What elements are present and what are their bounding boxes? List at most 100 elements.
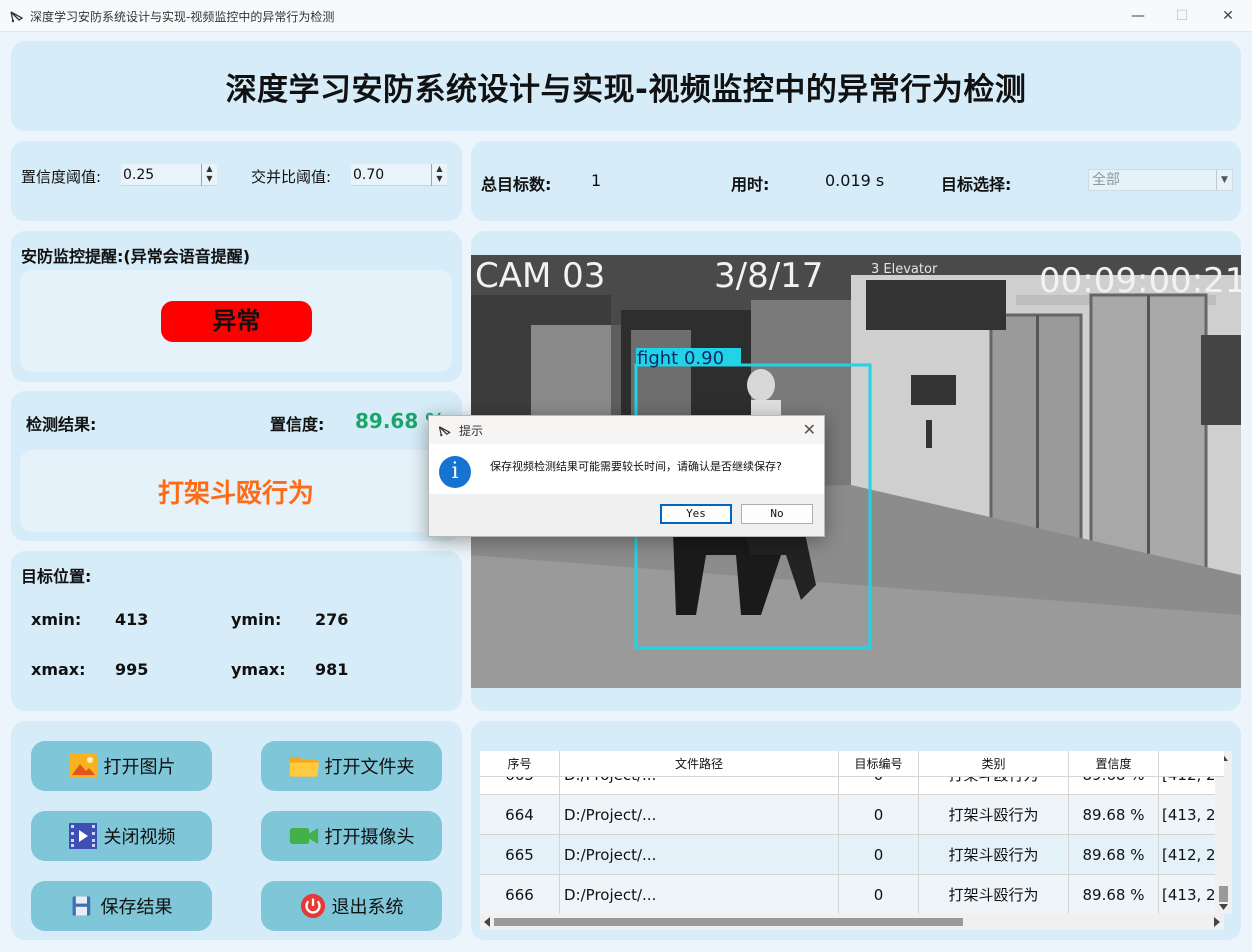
col-header-box[interactable]	[1159, 751, 1224, 776]
window-title: 深度学习安防系统设计与实现-视频监控中的异常行为检测	[30, 10, 335, 24]
image-icon	[68, 754, 97, 778]
cell-path: D:/Project/...	[560, 795, 839, 834]
col-header-index[interactable]: 序号	[480, 751, 560, 776]
save-result-label: 保存结果	[100, 897, 173, 918]
iou-threshold-value: 0.70	[353, 167, 385, 183]
cell-index: 666	[480, 875, 560, 914]
floor-sign: 3 Elevator	[871, 262, 938, 277]
close-video-button[interactable]: 关闭视频	[31, 811, 212, 861]
open-image-button[interactable]: 打开图片	[31, 741, 212, 791]
target-select-value: 全部	[1092, 172, 1120, 188]
scroll-right-icon[interactable]	[1214, 917, 1220, 927]
open-camera-label: 打开摄像头	[324, 827, 415, 848]
save-result-button[interactable]: 保存结果	[31, 881, 212, 931]
cell-class: 打架斗殴行为	[919, 875, 1069, 914]
table-row[interactable]: 666 D:/Project/... 0 打架斗殴行为 89.68 % [413…	[480, 875, 1224, 914]
horizontal-scroll-thumb[interactable]	[494, 918, 963, 926]
xmin-value: 413	[115, 610, 149, 629]
iou-threshold-spinbox[interactable]: 0.70 ▲ ▼	[351, 164, 447, 186]
threshold-panel: 置信度阈值: 0.25 ▲ ▼ 交并比阈值: 0.70 ▲ ▼	[11, 141, 462, 221]
dialog-footer: Yes No	[429, 494, 824, 536]
date-label: 3/8/17	[714, 256, 823, 296]
cell-index: 664	[480, 795, 560, 834]
conf-threshold-spinbox[interactable]: 0.25 ▲ ▼	[121, 164, 217, 186]
col-header-confidence[interactable]: 置信度	[1069, 751, 1159, 776]
ymax-value: 981	[315, 660, 349, 679]
total-targets-value: 1	[591, 171, 602, 190]
dialog-titlebar: 提示 ✕	[429, 416, 824, 444]
horizontal-scrollbar[interactable]	[480, 914, 1224, 930]
cell-confidence: 89.68 %	[1069, 835, 1159, 874]
vertical-scroll-thumb[interactable]	[1219, 886, 1228, 902]
open-folder-button[interactable]: 打开文件夹	[261, 741, 442, 791]
close-video-label: 关闭视频	[103, 827, 176, 848]
col-header-class[interactable]: 类别	[919, 751, 1069, 776]
window-titlebar: 深度学习安防系统设计与实现-视频监控中的异常行为检测 — ☐ ✕	[0, 0, 1252, 32]
cell-target-id: 0	[839, 875, 919, 914]
ymin-label: ymin:	[231, 610, 282, 629]
result-box: 打架斗殴行为	[20, 450, 452, 532]
chevron-down-icon[interactable]: ▼	[1216, 170, 1232, 190]
abnormal-status-badge: 异常	[161, 301, 312, 342]
result-panel: 检测结果: 置信度: 89.68 % 打架斗殴行为	[11, 391, 462, 541]
dialog-body: i 保存视频检测结果可能需要较长时间，请确认是否继续保存?	[429, 444, 824, 494]
cell-index: 665	[480, 835, 560, 874]
page-title: 深度学习安防系统设计与实现-视频监控中的异常行为检测	[225, 71, 1027, 108]
action-panel: 打开图片 打开文件夹 关闭视频 打开摄像头 保存结果 退出系统	[11, 721, 462, 940]
cam-label: CAM 03	[475, 256, 605, 296]
col-header-path[interactable]: 文件路径	[560, 751, 839, 776]
scroll-left-icon[interactable]	[484, 917, 490, 927]
ymin-value: 276	[315, 610, 349, 629]
table-row[interactable]: 664 D:/Project/... 0 打架斗殴行为 89.68 % [413…	[480, 795, 1224, 835]
alert-heading: 安防监控提醒:(异常会语音提醒)	[21, 247, 251, 266]
dialog-title: 提示	[459, 424, 484, 438]
film-icon	[68, 823, 97, 849]
cell-class: 打架斗殴行为	[919, 835, 1069, 874]
total-targets-label: 总目标数:	[481, 175, 552, 194]
target-select-dropdown[interactable]: 全部 ▼	[1088, 169, 1233, 191]
table-row[interactable]: 665 D:/Project/... 0 打架斗殴行为 89.68 % [412…	[480, 835, 1224, 875]
maximize-button[interactable]: ☐	[1160, 4, 1204, 28]
scroll-down-icon[interactable]	[1219, 904, 1228, 910]
cell-confidence: 89.68 %	[1069, 795, 1159, 834]
save-icon	[72, 896, 90, 916]
cell-path: D:/Project/...	[560, 875, 839, 914]
table-header: 序号 文件路径 目标编号 类别 置信度	[480, 751, 1224, 777]
xmin-label: xmin:	[31, 610, 82, 629]
conf-threshold-value: 0.25	[123, 167, 155, 183]
clock-label: 00:09:00:21	[1039, 261, 1241, 301]
exit-label: 退出系统	[331, 897, 404, 918]
behavior-text: 打架斗殴行为	[157, 478, 314, 509]
cell-target-id: 0	[839, 795, 919, 834]
open-image-label: 打开图片	[103, 757, 176, 778]
spin-arrows-icon[interactable]: ▲ ▼	[201, 164, 217, 186]
app-icon	[438, 426, 451, 437]
time-label: 用时:	[731, 175, 770, 194]
open-camera-button[interactable]: 打开摄像头	[261, 811, 442, 861]
minimize-button[interactable]: —	[1116, 4, 1160, 28]
detection-label: fight 0.90	[637, 348, 724, 369]
results-table: 663 D:/Project/... 0 打架斗殴行为 89.68 % [412…	[480, 751, 1224, 914]
xmax-label: xmax:	[31, 660, 86, 679]
target-select-label: 目标选择:	[941, 175, 1012, 194]
col-header-target-id[interactable]: 目标编号	[839, 751, 919, 776]
position-heading: 目标位置:	[21, 567, 92, 586]
video-camera-icon	[289, 828, 318, 844]
no-button[interactable]: No	[741, 504, 813, 524]
cell-target-id: 0	[839, 835, 919, 874]
info-icon: i	[439, 456, 471, 488]
cell-path: D:/Project/...	[560, 835, 839, 874]
spin-arrows-icon[interactable]: ▲ ▼	[431, 164, 447, 186]
header-panel: 深度学习安防系统设计与实现-视频监控中的异常行为检测	[11, 41, 1241, 131]
exit-button[interactable]: 退出系统	[261, 881, 442, 931]
alert-box: 异常	[20, 270, 452, 372]
xmax-value: 995	[115, 660, 149, 679]
dialog-message: 保存视频检测结果可能需要较长时间，请确认是否继续保存?	[490, 460, 782, 473]
results-table-panel: 663 D:/Project/... 0 打架斗殴行为 89.68 % [412…	[471, 721, 1241, 940]
alert-panel: 安防监控提醒:(异常会语音提醒) 异常	[11, 231, 462, 382]
yes-button[interactable]: Yes	[660, 504, 732, 524]
close-window-button[interactable]: ✕	[1206, 4, 1250, 28]
result-label: 检测结果:	[26, 415, 97, 434]
dialog-close-icon[interactable]: ✕	[803, 420, 816, 439]
app-icon	[10, 11, 24, 23]
